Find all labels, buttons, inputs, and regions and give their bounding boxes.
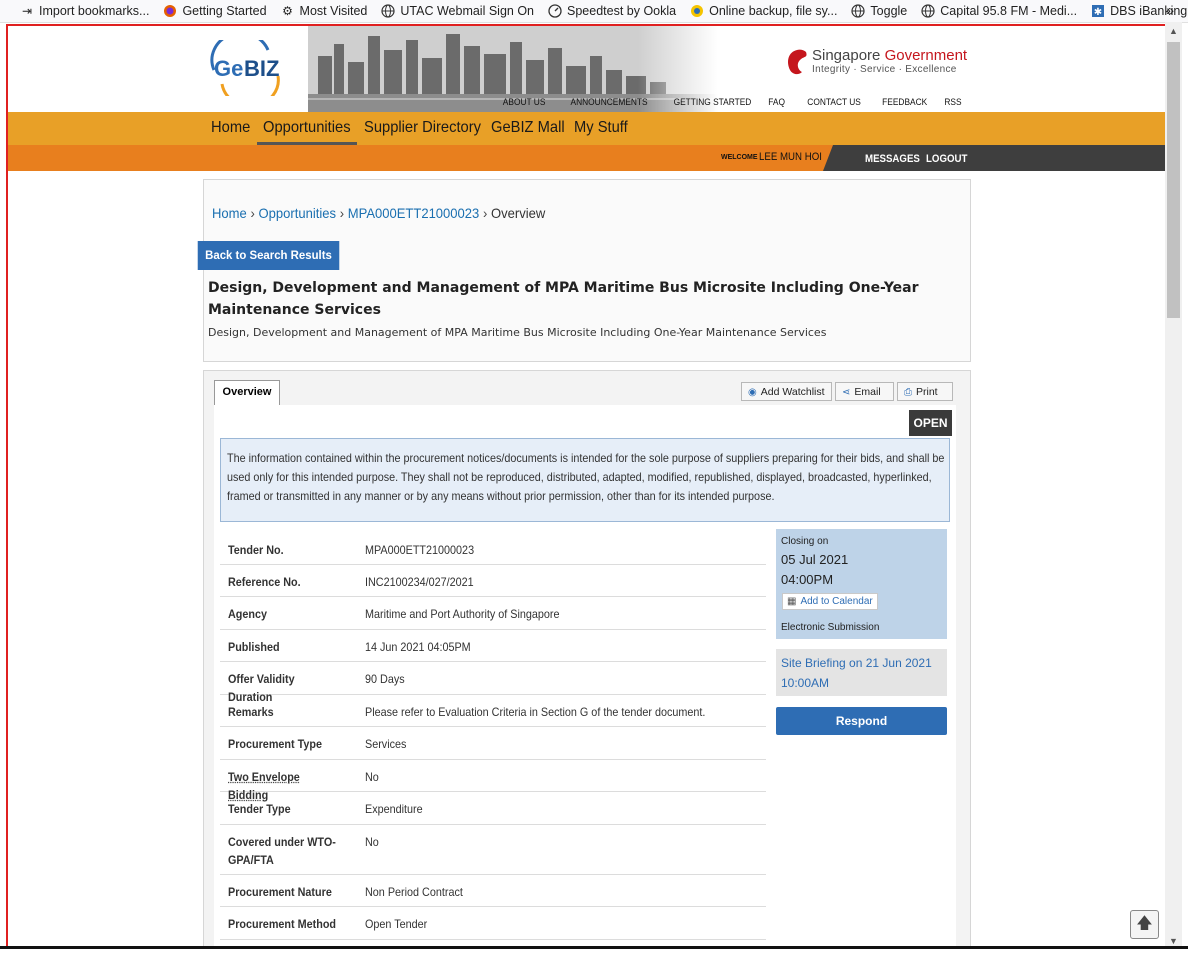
site-briefing-link[interactable]: Site Briefing on 21 Jun 2021 10:00AM	[776, 649, 947, 696]
print-button[interactable]: ⎙ Print	[897, 382, 953, 401]
back-to-search-results-button[interactable]: Back to Search Results	[197, 241, 340, 270]
dbs-icon: ✱	[1091, 4, 1105, 18]
print-icon: ⎙	[904, 387, 912, 398]
bookmarks-toolbar: ⇥ Import bookmarks... Getting Started ⚙ Mo…	[0, 0, 1188, 23]
disclaimer-notice: The information contained within the pro…	[220, 438, 950, 522]
chevron-right-icon: ›	[250, 205, 255, 221]
tab-bar: Overview ◉ Add Watchlist ⋖ Email ⎙ Print	[214, 380, 956, 406]
bookmark-toggle[interactable]: Toggle	[851, 4, 907, 18]
chevron-right-icon: ›	[482, 205, 488, 221]
svg-text:BIZ: BIZ	[244, 56, 279, 81]
table-row: Covered under WTO-GPA/FTA No	[220, 825, 766, 875]
table-row: Procurement Type Services	[220, 727, 766, 760]
top-links: ABOUT US ANNOUNCEMENTS GETTING STARTED F…	[482, 97, 962, 108]
table-row: Published 14 Jun 2021 04:05PM	[220, 630, 766, 662]
gebiz-logo[interactable]: Ge BIZ	[208, 31, 288, 108]
breadcrumb-opportunities[interactable]: Opportunities	[259, 205, 336, 221]
top-link-announcements[interactable]: ANNOUNCEMENTS	[571, 97, 648, 108]
chevron-overflow-icon[interactable]: »	[1166, 2, 1174, 18]
speedometer-icon	[548, 4, 562, 18]
welcome-label: WELCOME	[721, 154, 758, 161]
logout-link[interactable]: LOGOUT	[926, 153, 967, 165]
bookmark-getting-started[interactable]: Getting Started	[163, 4, 267, 18]
svg-text:Ge: Ge	[214, 56, 243, 81]
top-link-faq[interactable]: FAQ	[769, 97, 786, 108]
tender-subtitle: Design, Development and Management of MP…	[208, 326, 827, 339]
tender-title-card: Home › Opportunities › MPA000ETT21000023 › Ove…	[197, 179, 971, 362]
globe-icon	[851, 4, 866, 18]
scrollbar-thumb[interactable]	[1167, 42, 1180, 318]
calendar-icon: ▦	[787, 596, 797, 607]
top-link-rss[interactable]: RSS	[945, 97, 962, 108]
table-row: Agency Maritime and Port Authority of Sin…	[220, 597, 766, 630]
nav-my-stuff[interactable]: My Stuff	[574, 119, 628, 137]
email-button[interactable]: ⋖ Email	[835, 382, 894, 401]
bookmark-capital-fm[interactable]: Capital 95.8 FM - Medi...	[921, 4, 1077, 18]
welcome-bar: WELCOME LEE MUN HOI MESSAGES LOGOUT	[8, 145, 1167, 171]
tender-details-table: Tender No. MPA000ETT21000023 Reference No…	[220, 533, 766, 948]
closing-date: 05 Jul 2021	[781, 552, 849, 567]
table-row: Two Envelope Bidding No	[220, 760, 766, 802]
bookmark-utac-webmail[interactable]: UTAC Webmail Sign On	[381, 4, 534, 18]
nav-supplier-directory[interactable]: Supplier Directory	[364, 119, 481, 137]
top-link-getting-started[interactable]: GETTING STARTED	[674, 97, 752, 108]
tender-title: Design, Development and Management of MP…	[208, 280, 919, 318]
table-row: Tender Type Expenditure	[220, 792, 766, 825]
bookmark-speedtest[interactable]: Speedtest by Ookla	[548, 4, 676, 18]
nav-opportunities[interactable]: Opportunities	[263, 119, 351, 137]
svg-text:✱: ✱	[1094, 7, 1102, 18]
site-header: Ge BIZ Singapore Government Integrity · …	[8, 26, 1167, 112]
breadcrumb: Home › Opportunities › MPA000ETT21000023 › Ove…	[212, 205, 545, 221]
top-link-about-us[interactable]: ABOUT US	[503, 97, 546, 108]
bookmark-online-backup[interactable]: Online backup, file sy...	[690, 4, 837, 18]
tab-overview[interactable]: Overview	[214, 380, 280, 406]
table-row: Remarks Please refer to Evaluation Criter…	[220, 695, 766, 727]
chevron-right-icon: ›	[339, 205, 345, 221]
scroll-to-top-button[interactable]: 🡅	[1130, 910, 1159, 939]
share-icon: ⋖	[842, 387, 851, 398]
add-to-calendar-button[interactable]: ▦ Add to Calendar	[782, 593, 878, 610]
singapore-government-logo[interactable]: Singapore Government Integrity · Service…	[784, 46, 969, 80]
globe-icon	[381, 4, 395, 18]
firefox-icon	[163, 4, 177, 18]
breadcrumb-tender[interactable]: MPA000ETT21000023	[348, 205, 479, 221]
table-row: Tender No. MPA000ETT21000023	[220, 533, 766, 565]
import-icon: ⇥	[21, 4, 33, 18]
arrow-up-icon: 🡅	[1136, 915, 1153, 932]
status-badge: OPEN	[909, 410, 952, 436]
vertical-scrollbar[interactable]: ▲ ▼	[1165, 22, 1182, 948]
nav-home[interactable]: Home	[211, 119, 250, 137]
breadcrumb-current: Overview	[491, 205, 546, 221]
top-link-contact-us[interactable]: CONTACT US	[808, 97, 862, 108]
tender-detail-card: Overview ◉ Add Watchlist ⋖ Email ⎙ Print OP…	[203, 370, 971, 948]
overview-content: OPEN The information contained within th…	[214, 405, 956, 948]
table-row: Reference No. INC2100234/027/2021	[220, 565, 766, 597]
user-name: LEE MUN HOI	[759, 151, 822, 163]
gear-icon: ⚙	[282, 4, 293, 18]
globe-icon	[921, 4, 935, 18]
top-link-feedback[interactable]: FEEDBACK	[882, 97, 927, 108]
breadcrumb-home[interactable]: Home	[212, 205, 247, 221]
bookmark-most-visited[interactable]: ⚙ Most Visited	[281, 4, 367, 18]
add-watchlist-button[interactable]: ◉ Add Watchlist	[741, 382, 832, 401]
bookmark-import[interactable]: ⇥ Import bookmarks...	[20, 4, 149, 18]
table-row: Offer Validity Duration 90 Days	[220, 662, 766, 704]
table-row: Procurement Method Open Tender	[220, 907, 766, 940]
table-row: Procurement Nature Non Period Contract	[220, 875, 766, 907]
messages-link[interactable]: MESSAGES	[865, 153, 920, 165]
page-viewport: Ge BIZ Singapore Government Integrity · …	[6, 24, 1169, 948]
scroll-up-icon[interactable]: ▲	[1169, 26, 1178, 36]
closing-date-panel: Closing on 05 Jul 2021 04:00PM ▦ Add to Ca…	[776, 529, 947, 639]
respond-button[interactable]: Respond	[776, 707, 947, 735]
main-nav: Home Opportunities Supplier Directory Ge…	[8, 112, 1167, 145]
eye-icon: ◉	[748, 387, 757, 398]
scroll-down-icon[interactable]: ▼	[1169, 936, 1178, 946]
nav-gebiz-mall[interactable]: GeBIZ Mall	[491, 119, 565, 137]
backup-icon	[690, 4, 704, 18]
submission-method: Electronic Submission	[781, 622, 880, 633]
closing-time: 04:00PM	[781, 572, 834, 587]
